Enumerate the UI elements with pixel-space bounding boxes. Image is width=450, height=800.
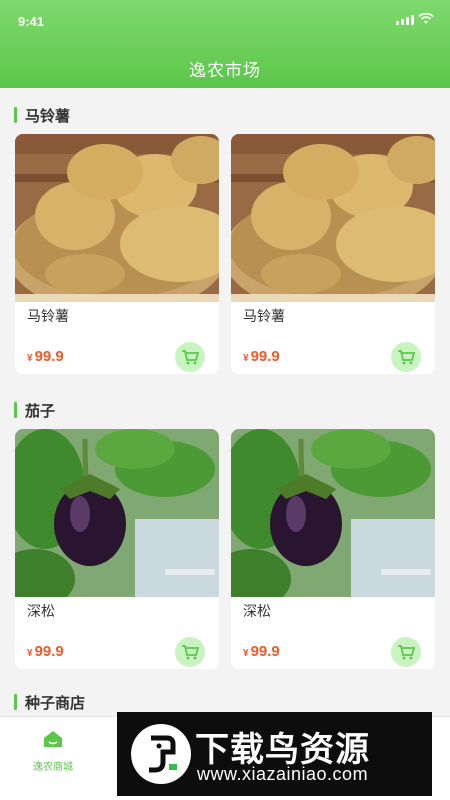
cart-icon [398, 645, 415, 660]
status-time: 9:41 [18, 14, 45, 29]
product-card[interactable]: 马铃薯 ¥99.9 [15, 134, 219, 374]
watermark-url: www.xiazainiao.com [197, 764, 369, 784]
home-icon [44, 731, 62, 747]
section-label: 茄子 [25, 402, 56, 420]
price-value: 99.9 [34, 643, 64, 660]
status-icons [396, 13, 434, 25]
section-title-eggplant: 茄子 [14, 400, 55, 420]
section-title-potato: 马铃薯 [14, 105, 70, 125]
bird-logo-icon [131, 724, 191, 784]
potato-image [231, 134, 435, 302]
product-price: ¥99.9 [27, 643, 64, 660]
product-card[interactable]: 马铃薯 ¥99.9 [231, 134, 435, 374]
nav-label: 逸农商城 [33, 762, 73, 773]
add-to-cart-button[interactable] [391, 342, 421, 372]
watermark-banner: 下载鸟资源 www.xiazainiao.com [117, 712, 432, 796]
wifi-icon [418, 13, 434, 24]
product-card[interactable]: 深松 ¥99.9 [15, 429, 219, 669]
section-title-seed-store: 种子商店 [14, 692, 85, 712]
cart-icon [182, 645, 199, 660]
currency-symbol: ¥ [27, 648, 33, 659]
currency-symbol: ¥ [243, 353, 249, 364]
eggplant-image [15, 429, 219, 597]
product-name: 深松 [27, 603, 55, 619]
section-label: 马铃薯 [25, 107, 71, 125]
product-price: ¥99.9 [243, 643, 280, 660]
eggplant-image [231, 429, 435, 597]
nav-item-market[interactable]: 逸农商城 [18, 729, 88, 773]
add-to-cart-button[interactable] [391, 637, 421, 667]
price-value: 99.9 [250, 643, 280, 660]
price-value: 99.9 [34, 348, 64, 365]
product-price: ¥99.9 [27, 348, 64, 365]
product-card[interactable]: 深松 ¥99.9 [231, 429, 435, 669]
currency-symbol: ¥ [243, 648, 249, 659]
product-name: 深松 [243, 603, 271, 619]
product-price: ¥99.9 [243, 348, 280, 365]
page-title: 逸农市场 [189, 61, 261, 80]
section-bar [14, 694, 17, 710]
add-to-cart-button[interactable] [175, 637, 205, 667]
section-label: 种子商店 [25, 694, 86, 712]
app-header: 9:41 逸农市场 [0, 0, 450, 88]
currency-symbol: ¥ [27, 353, 33, 364]
signal-icon [396, 13, 414, 25]
cart-icon [182, 350, 199, 365]
price-value: 99.9 [250, 348, 280, 365]
product-name: 马铃薯 [27, 308, 69, 324]
cart-icon [398, 350, 415, 365]
section-bar [14, 107, 17, 123]
product-name: 马铃薯 [243, 308, 285, 324]
potato-image [15, 134, 219, 302]
add-to-cart-button[interactable] [175, 342, 205, 372]
section-bar [14, 402, 17, 418]
